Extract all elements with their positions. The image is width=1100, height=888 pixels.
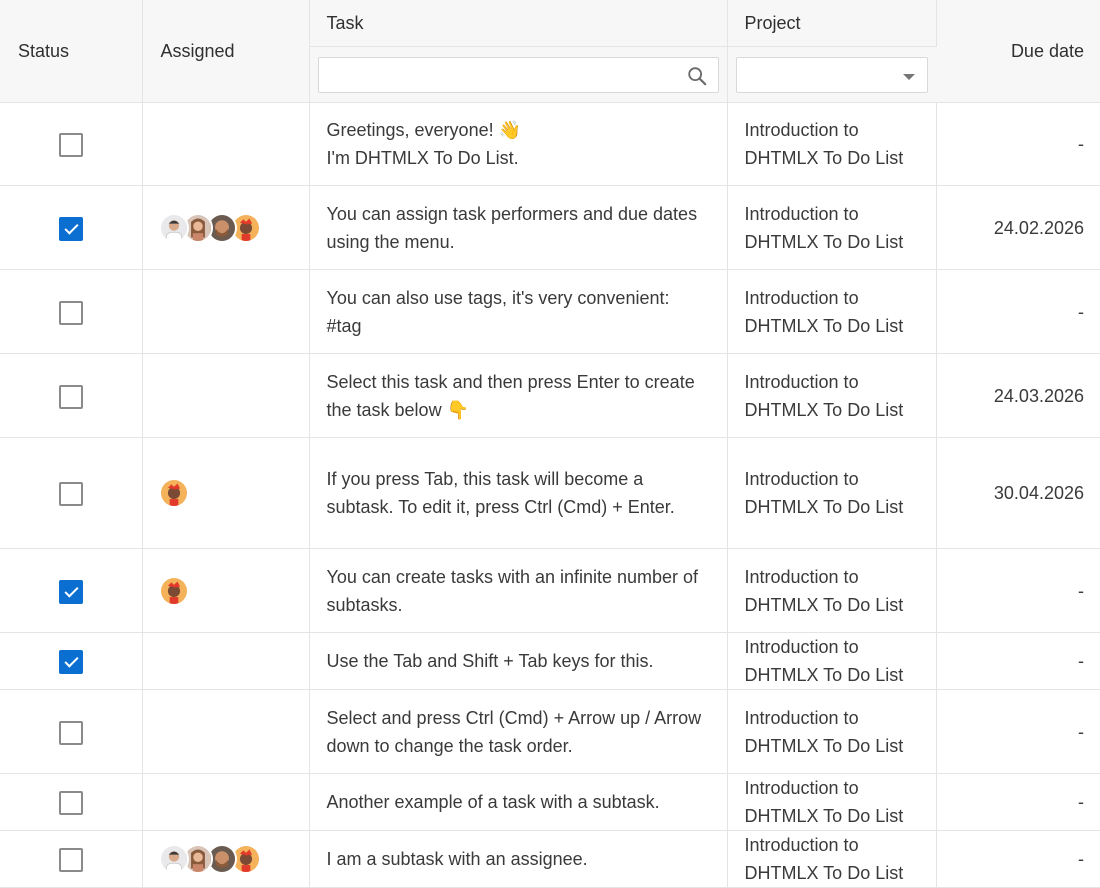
due-date-cell[interactable]: 30.04.2026 — [936, 437, 1100, 549]
status-cell — [0, 830, 143, 888]
task-checkbox[interactable] — [58, 216, 83, 241]
table-row[interactable]: Use the Tab and Shift + Tab keys for thi… — [0, 632, 1100, 690]
assignee-avatars[interactable] — [158, 575, 309, 606]
project-cell: Introduction to DHTMLX To Do List — [727, 353, 937, 438]
status-cell — [0, 773, 143, 831]
column-header-due-date[interactable]: Due date — [936, 0, 1100, 103]
project-cell: Introduction to DHTMLX To Do List — [727, 437, 937, 549]
task-cell[interactable]: Greetings, everyone! 👋 I'm DHTMLX To Do … — [309, 102, 728, 186]
task-checkbox[interactable] — [58, 650, 83, 675]
due-date-cell[interactable]: - — [936, 269, 1100, 354]
due-date-cell[interactable]: 24.02.2026 — [936, 185, 1100, 270]
table-row[interactable]: You can create tasks with an infinite nu… — [0, 548, 1100, 633]
task-checkbox[interactable] — [58, 482, 83, 507]
project-cell: Introduction to DHTMLX To Do List — [727, 269, 937, 354]
assigned-cell[interactable] — [142, 185, 310, 270]
status-cell — [0, 353, 143, 438]
assignee-avatars[interactable] — [158, 478, 309, 508]
assigned-cell[interactable] — [142, 437, 310, 549]
due-date-cell[interactable]: - — [936, 102, 1100, 186]
column-header-project[interactable]: Project — [727, 0, 937, 48]
due-date-cell[interactable]: - — [936, 632, 1100, 690]
project-cell: Introduction to DHTMLX To Do List — [727, 548, 937, 633]
column-header-assigned[interactable]: Assigned — [142, 0, 310, 103]
assigned-cell[interactable] — [142, 830, 310, 888]
project-filter-cell — [727, 46, 936, 103]
project-cell: Introduction to DHTMLX To Do List — [727, 632, 937, 690]
status-cell — [0, 185, 143, 270]
chevron-down-icon[interactable] — [903, 73, 915, 80]
table-row[interactable]: Another example of a task with a subtask… — [0, 773, 1100, 831]
table-row[interactable]: Select and press Ctrl (Cmd) + Arrow up /… — [0, 689, 1100, 774]
task-checkbox[interactable] — [58, 720, 83, 745]
task-checkbox[interactable] — [58, 791, 83, 816]
status-cell — [0, 102, 143, 186]
table-row[interactable]: I am a subtask with an assignee. Introdu… — [0, 830, 1100, 888]
task-search-input[interactable] — [318, 57, 718, 92]
task-cell[interactable]: You can create tasks with an infinite nu… — [309, 548, 728, 633]
status-cell — [0, 632, 143, 690]
task-filter-cell — [309, 46, 728, 103]
avatar[interactable] — [158, 478, 189, 508]
assignee-avatars[interactable] — [158, 844, 309, 874]
task-cell[interactable]: Select this task and then press Enter to… — [309, 353, 728, 438]
project-cell: Introduction to DHTMLX To Do List — [727, 689, 937, 774]
due-date-cell[interactable]: - — [936, 548, 1100, 633]
task-checkbox[interactable] — [58, 133, 83, 158]
project-filter-select[interactable] — [735, 56, 928, 93]
task-checkbox[interactable] — [58, 384, 83, 409]
avatar[interactable] — [158, 844, 189, 874]
task-cell[interactable]: Another example of a task with a subtask… — [309, 773, 728, 831]
project-cell: Introduction to DHTMLX To Do List — [727, 773, 937, 831]
assigned-cell[interactable] — [142, 102, 310, 186]
assignee-avatars[interactable] — [158, 212, 309, 243]
table-row[interactable]: You can also use tags, it's very conveni… — [0, 269, 1100, 354]
due-date-cell[interactable]: - — [936, 773, 1100, 831]
assigned-cell[interactable] — [142, 689, 310, 774]
status-cell — [0, 437, 143, 549]
assigned-cell[interactable] — [142, 773, 310, 831]
project-cell: Introduction to DHTMLX To Do List — [727, 102, 937, 186]
assigned-cell[interactable] — [142, 353, 310, 438]
task-checkbox[interactable] — [58, 300, 83, 325]
avatar[interactable] — [158, 575, 189, 606]
assigned-cell[interactable] — [142, 632, 310, 690]
task-cell[interactable]: If you press Tab, this task will become … — [309, 437, 728, 549]
due-date-cell[interactable]: - — [936, 830, 1100, 888]
status-cell — [0, 689, 143, 774]
todo-grid: Status Assigned Task Project Due date Gr… — [0, 0, 1100, 888]
column-header-task[interactable]: Task — [309, 0, 728, 48]
search-icon[interactable] — [686, 65, 708, 87]
task-checkbox[interactable] — [58, 848, 83, 873]
task-cell[interactable]: Select and press Ctrl (Cmd) + Arrow up /… — [309, 689, 728, 774]
status-cell — [0, 269, 143, 354]
project-cell: Introduction to DHTMLX To Do List — [727, 830, 937, 888]
table-row[interactable]: Select this task and then press Enter to… — [0, 353, 1100, 438]
table-row[interactable]: If you press Tab, this task will become … — [0, 437, 1100, 549]
status-cell — [0, 548, 143, 633]
table-row[interactable]: Greetings, everyone! 👋 I'm DHTMLX To Do … — [0, 102, 1100, 186]
project-cell: Introduction to DHTMLX To Do List — [727, 185, 937, 270]
table-row[interactable]: You can assign task performers and due d… — [0, 185, 1100, 270]
avatar[interactable] — [158, 212, 189, 243]
task-checkbox[interactable] — [58, 579, 83, 604]
assigned-cell[interactable] — [142, 548, 310, 633]
due-date-cell[interactable]: - — [936, 689, 1100, 774]
task-cell[interactable]: I am a subtask with an assignee. — [309, 830, 728, 888]
task-cell[interactable]: You can also use tags, it's very conveni… — [309, 269, 728, 354]
column-header-status[interactable]: Status — [0, 0, 143, 103]
due-date-cell[interactable]: 24.03.2026 — [936, 353, 1100, 438]
task-cell[interactable]: Use the Tab and Shift + Tab keys for thi… — [309, 632, 728, 690]
assigned-cell[interactable] — [142, 269, 310, 354]
task-cell[interactable]: You can assign task performers and due d… — [309, 185, 728, 270]
